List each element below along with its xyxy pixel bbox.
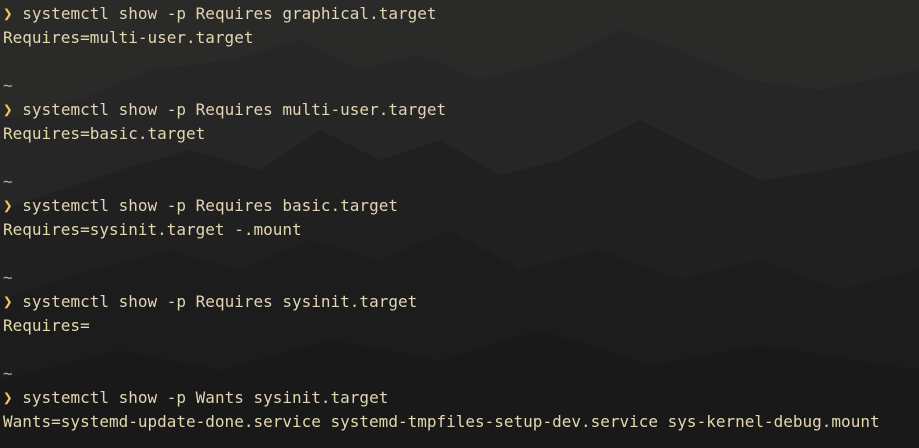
command-output-1: Requires=multi-user.target (3, 28, 254, 47)
command-line-1: ❯ systemctl show -p Requires graphical.t… (3, 2, 917, 26)
command-output-3: Requires=sysinit.target -.mount (3, 220, 302, 239)
cwd-indicator: ~ (3, 76, 13, 95)
prompt-chevron-icon: ❯ (3, 4, 13, 23)
command-output-5: Wants=systemd-update-done.service system… (3, 412, 880, 431)
command-line-3: ❯ systemctl show -p Requires basic.targe… (3, 194, 917, 218)
command-line-2: ❯ systemctl show -p Requires multi-user.… (3, 98, 917, 122)
prompt-chevron-icon: ❯ (3, 388, 13, 407)
terminal-output[interactable]: ❯ systemctl show -p Requires graphical.t… (3, 2, 917, 434)
prompt-chevron-icon: ❯ (3, 292, 13, 311)
command-output-2: Requires=basic.target (3, 124, 206, 143)
prompt-chevron-icon: ❯ (3, 196, 13, 215)
command-line-5: ❯ systemctl show -p Wants sysinit.target (3, 386, 917, 410)
cwd-indicator: ~ (3, 268, 13, 287)
command-text: systemctl show -p Requires multi-user.ta… (22, 100, 447, 119)
command-text: systemctl show -p Requires graphical.tar… (22, 4, 437, 23)
cwd-indicator: ~ (3, 172, 13, 191)
cwd-indicator: ~ (3, 364, 13, 383)
command-text: systemctl show -p Wants sysinit.target (22, 388, 389, 407)
command-line-4: ❯ systemctl show -p Requires sysinit.tar… (3, 290, 917, 314)
command-text: systemctl show -p Requires sysinit.targe… (22, 292, 418, 311)
prompt-chevron-icon: ❯ (3, 100, 13, 119)
command-output-4: Requires= (3, 316, 90, 335)
command-text: systemctl show -p Requires basic.target (22, 196, 398, 215)
